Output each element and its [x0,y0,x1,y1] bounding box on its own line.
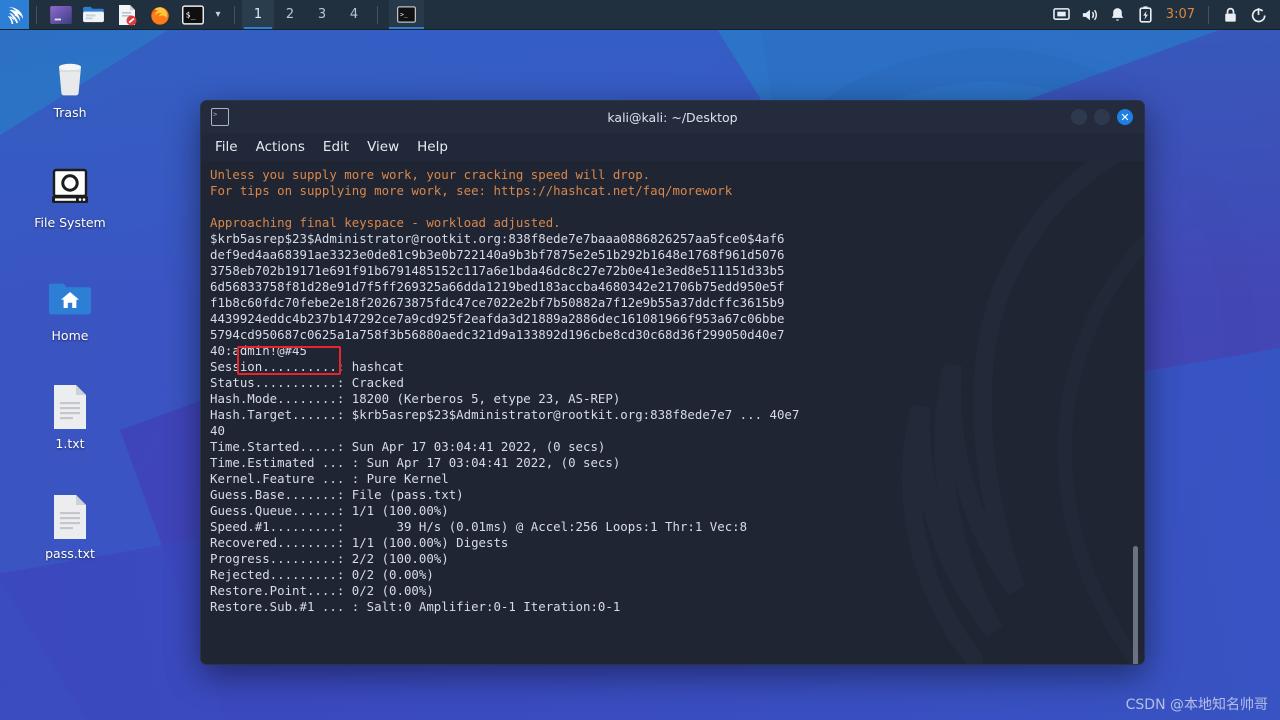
workspace-button-4[interactable]: 4 [338,0,370,29]
system-tray: 3:07 [1048,0,1280,29]
logout-icon[interactable] [1244,0,1272,29]
terminal-scrollbar-thumb[interactable] [1133,546,1138,664]
menu-item-view[interactable]: View [367,139,399,155]
desktop-icon-label: Home [51,328,89,343]
kali-menu-button[interactable] [0,0,29,29]
terminal-text-block: $krb5asrep$23$Administrator@rootkit.org:… [210,231,785,358]
notification-bell-icon[interactable] [1104,0,1132,29]
text-file-icon [46,493,94,541]
terminal-warning-block: Unless you supply more work, your cracki… [210,167,733,230]
battery-icon[interactable] [1132,0,1160,29]
minimize-button[interactable] [1071,109,1087,125]
workspace-switcher: 1234 [242,0,370,29]
terminal-screen[interactable]: Unless you supply more work, your cracki… [201,161,1144,664]
terminal-titlebar[interactable]: > kali@kali: ~/Desktop ✕ [201,101,1144,133]
desktop-icon-label: Trash [53,105,87,120]
workspace-button-3[interactable]: 3 [306,0,338,29]
workspace-button-1[interactable]: 1 [242,0,274,29]
desktop-icon-label: 1.txt [55,436,85,451]
menu-item-file[interactable]: File [215,139,238,155]
panel-separator [234,5,235,24]
desktop-icon-pass-txt[interactable]: pass.txt [15,493,125,561]
terminal-icon: >_ [397,6,416,23]
text-file-icon [46,383,94,431]
trash-icon [46,52,94,100]
desktop-icon-file-system[interactable]: File System [15,162,125,230]
desktop-icon-1-txt[interactable]: 1.txt [15,383,125,451]
launcher-terminal-emulator-purple[interactable] [48,2,73,27]
terminal-emulator-purple-icon [49,5,72,24]
launcher-text-editor[interactable] [114,2,139,27]
terminal-text-block: Session..........: hashcat Status.......… [210,359,800,614]
clock[interactable]: 3:07 [1160,7,1201,22]
volume-icon[interactable] [1076,0,1104,29]
terminal-output: Unless you supply more work, your cracki… [210,167,1144,615]
file-manager-icon [83,6,104,23]
firefox-icon [150,6,169,25]
chevron-down-icon[interactable]: ▾ [209,2,227,27]
close-button[interactable]: ✕ [1117,109,1133,125]
top-panel: $_ ▾ 1234 >_ 3:07 [0,0,1280,29]
terminal-icon: > [211,108,229,126]
terminal-title: kali@kali: ~/Desktop [607,109,738,125]
home-folder-icon [46,275,94,323]
launcher-file-manager[interactable] [81,2,106,27]
lock-icon[interactable] [1216,0,1244,29]
menu-item-actions[interactable]: Actions [256,139,305,155]
maximize-button[interactable] [1094,109,1110,125]
desktop-icon-home[interactable]: Home [15,275,125,343]
panel-separator [377,5,378,24]
terminal-menubar: File Actions Edit View Help [201,133,1144,161]
workspace-button-2[interactable]: 2 [274,0,306,29]
svg-text:$_: $_ [185,9,195,19]
file-system-icon [46,162,94,210]
launcher-terminal[interactable]: $_ [180,2,205,27]
desktop-icon-trash[interactable]: Trash [15,52,125,120]
terminal-window[interactable]: > kali@kali: ~/Desktop ✕ File Actions Edit… [200,100,1145,665]
network-display-icon[interactable] [1048,0,1076,29]
terminal-icon: $_ [181,4,204,25]
svg-text:>: > [213,111,217,119]
launcher-firefox[interactable] [147,2,172,27]
menu-item-help[interactable]: Help [417,139,448,155]
window-controls: ✕ [1071,109,1144,125]
kali-dragon-icon [6,6,23,24]
svg-text:>_: >_ [400,11,408,18]
taskbar-window-terminal[interactable]: >_ [389,0,424,29]
panel-separator [36,5,37,24]
desktop-icon-label: pass.txt [45,546,95,561]
menu-item-edit[interactable]: Edit [323,139,349,155]
text-editor-icon [118,4,136,25]
watermark: CSDN @本地知名帅哥 [1125,697,1268,713]
desktop-icon-label: File System [34,215,106,230]
panel-separator [1208,5,1209,24]
